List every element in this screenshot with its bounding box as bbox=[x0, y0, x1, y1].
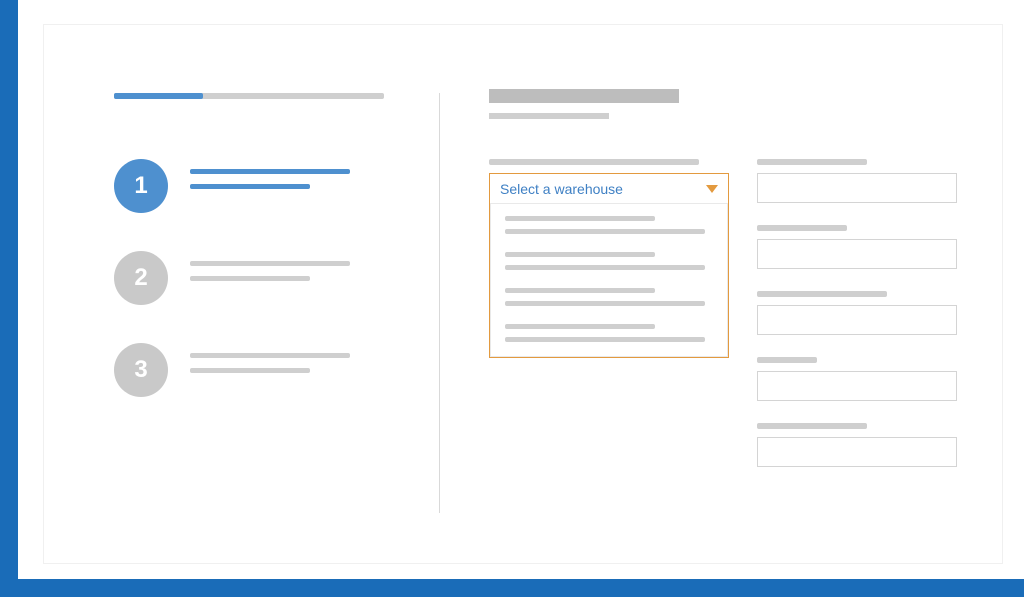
section-heading bbox=[489, 89, 989, 119]
warehouse-select-options bbox=[490, 204, 728, 357]
warehouse-option-3[interactable] bbox=[505, 288, 713, 306]
warehouse-option-1[interactable] bbox=[505, 216, 713, 234]
step-3-badge: 3 bbox=[114, 343, 168, 397]
warehouse-option-4[interactable] bbox=[505, 324, 713, 342]
step-2-label bbox=[190, 251, 350, 281]
field-1-label bbox=[757, 159, 867, 165]
field-4-label bbox=[757, 357, 817, 363]
step-2[interactable]: 2 bbox=[114, 251, 394, 305]
field-3-label bbox=[757, 291, 887, 297]
step-2-badge: 2 bbox=[114, 251, 168, 305]
step-1-label bbox=[190, 159, 350, 189]
wizard-steps-panel: 1 2 3 bbox=[114, 93, 394, 435]
field-5-input[interactable] bbox=[757, 437, 957, 467]
progress-fill bbox=[114, 93, 203, 99]
warehouse-option-2[interactable] bbox=[505, 252, 713, 270]
warehouse-select-header[interactable]: Select a warehouse bbox=[490, 174, 728, 204]
step-1[interactable]: 1 bbox=[114, 159, 394, 213]
field-1-input[interactable] bbox=[757, 173, 957, 203]
chevron-down-icon bbox=[706, 185, 718, 193]
app-frame: 1 2 3 bbox=[0, 0, 1024, 597]
canvas: 1 2 3 bbox=[43, 24, 1003, 564]
vertical-divider bbox=[439, 93, 440, 513]
warehouse-select[interactable]: Select a warehouse bbox=[489, 173, 729, 358]
step-3[interactable]: 3 bbox=[114, 343, 394, 397]
field-2-input[interactable] bbox=[757, 239, 957, 269]
form-panel: Select a warehouse bbox=[489, 89, 989, 467]
field-3-input[interactable] bbox=[757, 305, 957, 335]
field-5-label bbox=[757, 423, 867, 429]
step-3-label bbox=[190, 343, 350, 373]
field-4-input[interactable] bbox=[757, 371, 957, 401]
warehouse-select-placeholder: Select a warehouse bbox=[500, 181, 623, 197]
warehouse-field-label bbox=[489, 159, 699, 165]
progress-bar bbox=[114, 93, 384, 99]
field-2-label bbox=[757, 225, 847, 231]
step-1-badge: 1 bbox=[114, 159, 168, 213]
